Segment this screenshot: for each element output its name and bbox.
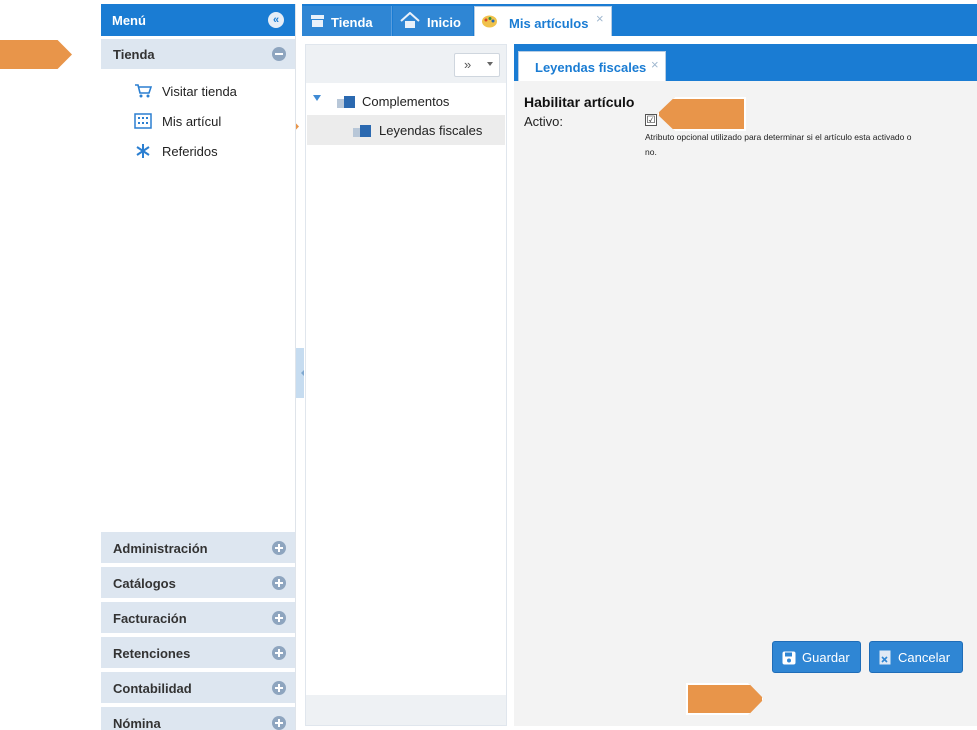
category-label: Facturación [113,611,187,626]
expand-icon[interactable] [272,541,286,555]
activo-label: Activo: [524,114,564,129]
expand-icon[interactable] [272,576,286,590]
tree-footer [306,695,506,725]
sidebar-item-label: Mis artícul [162,114,222,129]
category-label: Retenciones [113,646,191,661]
menu-header: Menú « [101,4,295,36]
close-icon[interactable]: × [596,11,604,26]
save-label: Guardar [802,650,850,665]
category-contabilidad[interactable]: Contabilidad [101,670,295,703]
cancel-button[interactable]: Cancelar [869,641,963,673]
tab-label: Mis artículos [509,16,589,31]
category-label: Contabilidad [113,681,192,696]
tree-node-leyendas-fiscales[interactable]: Leyendas fiscales [307,115,505,145]
cancel-label: Cancelar [898,650,951,665]
category-label: Nómina [113,716,161,730]
save-button[interactable]: Guardar [772,641,861,673]
expand-icon[interactable] [272,646,286,660]
sidebar: Menú « Tienda Visitar tienda Mis artícul… [101,4,296,730]
double-chevron-left-icon[interactable]: « [268,12,284,28]
form-tab-bar: Leyendas fiscales × [514,44,977,81]
category-catalogos[interactable]: Catálogos [101,565,295,598]
tree-toolbar: » [306,45,506,83]
panel-splitter[interactable] [296,348,304,398]
sidebar-item-referidos[interactable]: Referidos [101,136,295,166]
folder-icon [337,96,355,108]
tree-node-label: Leyendas fiscales [379,123,483,138]
category-administracion[interactable]: Administración [101,530,295,563]
expand-icon[interactable] [272,681,286,695]
form-body: Habilitar artículo Activo: ☑ Atributo op… [520,81,977,723]
category-facturacion[interactable]: Facturación [101,600,295,633]
category-label: Administración [113,541,208,556]
sidebar-item-mis-articulos[interactable]: Mis artícul [101,106,295,136]
tree-panel: » Complementos Leyendas fiscales [305,44,507,726]
collapse-icon[interactable] [272,47,286,61]
store-icon [311,15,324,27]
category-label: Catálogos [113,576,176,591]
tree-node-complementos[interactable]: Complementos [306,89,506,115]
home-icon [400,12,420,28]
expand-icon[interactable] [272,716,286,730]
tab-tienda[interactable]: Tienda [302,6,392,36]
section-tienda[interactable]: Tienda [101,39,295,69]
form-panel: Leyendas fiscales × Habilitar artículo A… [514,44,977,726]
annotation-arrow-sidebar [0,40,72,69]
tab-label: Inicio [427,15,461,30]
tab-label: Leyendas fiscales [535,60,647,75]
top-tab-bar: Tienda Inicio Mis artículos × [302,4,977,36]
activo-checkbox[interactable]: ☑ [645,114,657,126]
tab-label: Tienda [331,15,373,30]
tree-node-label: Complementos [362,94,450,109]
floppy-disk-icon [782,651,796,665]
sidebar-item-label: Referidos [162,144,218,159]
category-nomina[interactable]: Nómina [101,705,295,730]
caret-down-icon [487,62,493,66]
section-tienda-label: Tienda [113,47,155,62]
folder-icon [353,125,371,137]
menu-title: Menú [112,13,146,28]
annotation-arrow-checkbox [657,97,746,131]
caret-expanded-icon[interactable] [313,95,321,101]
expand-icon[interactable] [272,611,286,625]
category-retenciones[interactable]: Retenciones [101,635,295,668]
tab-mis-articulos[interactable]: Mis artículos × [474,6,612,36]
grid-icon [134,113,152,129]
sidebar-item-visitar-tienda[interactable]: Visitar tienda [101,76,295,106]
form-title: Habilitar artículo [524,94,635,110]
tab-leyendas-fiscales[interactable]: Leyendas fiscales × [518,51,666,81]
expand-label: » [464,57,472,72]
cart-icon [135,84,152,98]
palette-icon [482,15,497,28]
asterisk-icon [136,144,150,158]
expand-all-button[interactable]: » [454,53,500,77]
sidebar-item-label: Visitar tienda [162,84,237,99]
help-text: Atributo opcional utilizado para determi… [645,132,912,157]
close-icon[interactable]: × [651,57,659,72]
tab-inicio[interactable]: Inicio [393,6,473,36]
cancel-document-icon [879,650,891,665]
annotation-arrow-save [686,683,764,715]
